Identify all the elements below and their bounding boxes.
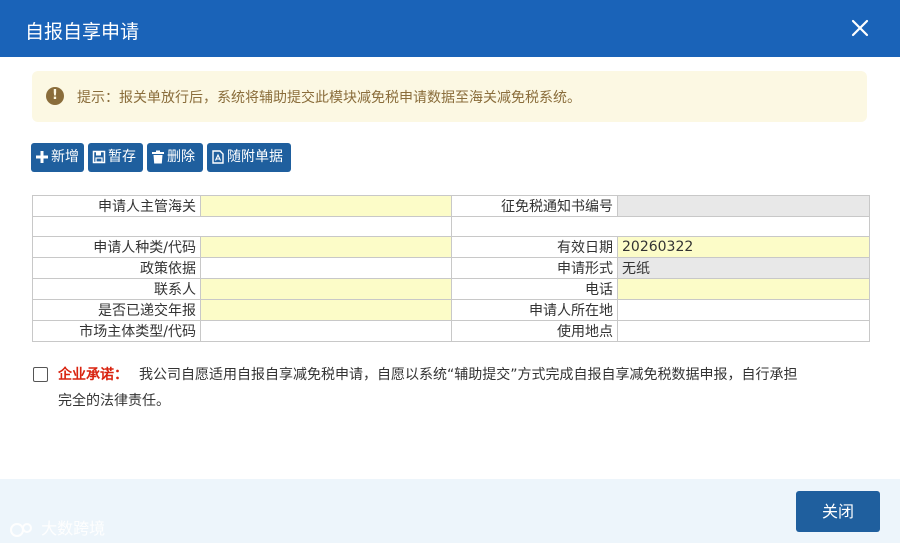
add-button[interactable]: 新增 <box>31 143 84 172</box>
contact-label: 联系人 <box>32 278 201 300</box>
notice-number-label: 征免税通知书编号 <box>451 195 618 217</box>
dialog-titlebar: 自报自享申请 <box>0 0 900 57</box>
valid-date-label: 有效日期 <box>451 236 618 258</box>
floppy-disk-icon <box>92 150 106 164</box>
policy-field[interactable] <box>200 257 452 279</box>
pledge-text: 我公司自愿适用自报自享减免税申请，自愿以系统“辅助提交”方式完成自报自享减免税数… <box>139 367 798 383</box>
watermark: 大数跨境 <box>10 515 105 539</box>
attached-documents-button[interactable]: 随附单据 <box>207 143 291 172</box>
watermark-logo-icon <box>10 522 32 537</box>
pledge-text-continued: 完全的法律责任。 <box>58 393 170 409</box>
dialog-title: 自报自享申请 <box>25 21 140 43</box>
plus-icon <box>36 151 48 163</box>
location-label: 申请人所在地 <box>451 299 618 321</box>
policy-label: 政策依据 <box>32 257 201 279</box>
application-form: 申请人主管海关 征免税通知书编号 申请人种类/代码 有效日期 20260322 … <box>32 195 870 342</box>
save-draft-button[interactable]: 暂存 <box>88 143 143 172</box>
form-row: 申请人主管海关 征免税通知书编号 <box>32 195 870 217</box>
annual-report-label: 是否已递交年报 <box>32 299 201 321</box>
customs-label: 申请人主管海关 <box>32 195 201 217</box>
pdf-document-icon <box>212 150 224 164</box>
valid-date-field[interactable]: 20260322 <box>617 236 870 258</box>
notice-banner: ! 提示：报关单放行后，系统将辅助提交此模块减免税申请数据至海关减免税系统。 <box>32 71 867 122</box>
customs-field[interactable] <box>200 195 452 217</box>
applicant-type-field[interactable] <box>200 236 452 258</box>
form-row: 政策依据 申请形式 无纸 <box>32 257 870 279</box>
trash-icon <box>152 150 164 164</box>
location-field[interactable] <box>617 299 870 321</box>
form-row: 联系人 电话 <box>32 278 870 300</box>
dialog-footer: 大数跨境 关闭 <box>0 479 900 543</box>
form-row: 市场主体类型/代码 使用地点 <box>32 320 870 342</box>
contact-field[interactable] <box>200 278 452 300</box>
delete-button[interactable]: 删除 <box>147 143 203 172</box>
applicant-type-label: 申请人种类/代码 <box>32 236 201 258</box>
exclamation-icon: ! <box>46 87 64 105</box>
apply-form-label: 申请形式 <box>451 257 618 279</box>
use-place-label: 使用地点 <box>451 320 618 342</box>
notice-message: 提示：报关单放行后，系统将辅助提交此模块减免税申请数据至海关减免税系统。 <box>77 90 581 106</box>
apply-form-field: 无纸 <box>617 257 870 279</box>
notice-number-field <box>617 195 870 217</box>
market-type-field[interactable] <box>200 320 452 342</box>
pledge-checkbox[interactable] <box>33 367 48 382</box>
market-type-label: 市场主体类型/代码 <box>32 320 201 342</box>
form-row: 是否已递交年报 申请人所在地 <box>32 299 870 321</box>
annual-report-field[interactable] <box>200 299 452 321</box>
close-icon[interactable] <box>850 18 870 38</box>
form-row: 申请人种类/代码 有效日期 20260322 <box>32 236 870 258</box>
close-button[interactable]: 关闭 <box>796 491 880 532</box>
pledge-heading: 企业承诺： <box>58 367 128 383</box>
use-place-field[interactable] <box>617 320 870 342</box>
phone-field[interactable] <box>617 278 870 300</box>
phone-label: 电话 <box>451 278 618 300</box>
form-spacer-row <box>32 216 870 237</box>
